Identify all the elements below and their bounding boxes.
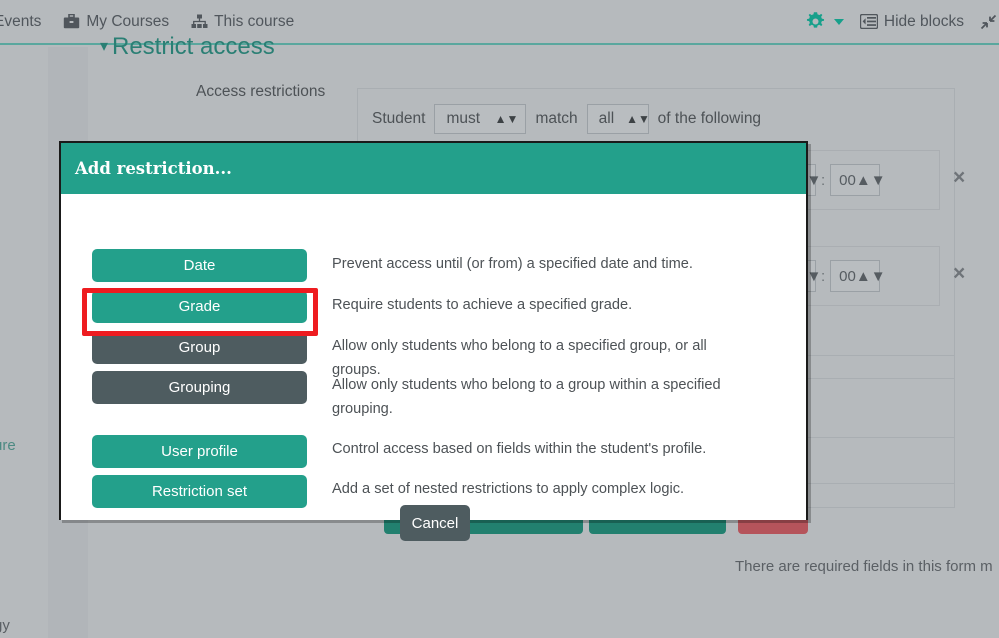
all-select-value: all (598, 110, 615, 127)
section-collapse-icon[interactable]: ▾ (100, 36, 108, 56)
option-label-date: Date (183, 257, 216, 274)
modal-cancel-button[interactable]: Cancel (400, 505, 470, 541)
minute-value-1: 00 (839, 171, 856, 189)
time-colon-1: : (821, 171, 826, 189)
nav-item-settings[interactable] (805, 11, 844, 32)
option-label-grouping: Grouping (168, 379, 231, 396)
restriction-option-user-profile-description: Control access based on fields within th… (332, 441, 707, 457)
sentence-tail-word: of the following (657, 110, 762, 127)
access-restrictions-label: Access restrictions (196, 83, 326, 100)
modal-header: Add restriction... (61, 143, 806, 194)
restriction-option-restriction-set-button[interactable]: Restriction set (92, 475, 307, 508)
page-title: Restrict access (112, 33, 275, 60)
gear-icon (805, 11, 826, 32)
nav-item-hide-blocks[interactable]: Hide blocks (859, 12, 964, 31)
select-arrows-icon: ▲▼ (626, 112, 650, 126)
navbar-right-group: Hide blocks (806, 11, 999, 32)
time-colon-2: : (821, 267, 826, 285)
restriction-option-date-button[interactable]: Date (92, 249, 307, 282)
hide-blocks-icon (859, 13, 879, 30)
remove-restriction-2-button[interactable]: × (953, 263, 965, 284)
edge-link-1[interactable]: ure (0, 437, 16, 454)
sentence-student-word: Student (372, 110, 426, 127)
minute-select-2[interactable]: 00 ▲▼ (830, 260, 886, 292)
restriction-option-date-description: Prevent access until (or from) a specifi… (332, 256, 693, 272)
minute-value-2: 00 (839, 267, 856, 285)
sitemap-icon (191, 14, 208, 29)
select-arrows-icon: ▲▼ (494, 112, 519, 126)
restriction-option-restriction-set-description: Add a set of nested restrictions to appl… (332, 481, 685, 497)
page-root: Events My Courses (0, 0, 999, 638)
compress-icon (980, 14, 997, 30)
all-select[interactable]: all ▲▼ (586, 104, 650, 134)
required-fields-note: There are required fields in this form m (735, 558, 993, 575)
nav-item-events[interactable]: Events (0, 13, 41, 31)
must-select-value: must (446, 110, 481, 127)
chevron-down-icon (833, 18, 844, 25)
remove-restriction-1-button[interactable]: × (953, 167, 965, 188)
nav-hide-blocks-label: Hide blocks (883, 12, 964, 30)
select-arrows-icon: ▲▼ (855, 267, 886, 285)
add-restriction-modal: Add restriction... Date Prevent access u… (59, 141, 808, 541)
option-label-user-profile: User profile (161, 443, 238, 460)
briefcase-icon (63, 13, 80, 29)
sentence-match-word: match (535, 110, 578, 127)
restriction-option-grade-button[interactable]: Grade (92, 290, 307, 323)
restriction-option-grouping-description: Allow only students who belong to a grou… (332, 377, 721, 417)
option-label-grade: Grade (178, 298, 221, 315)
minute-select-1[interactable]: 00 ▲▼ (830, 164, 886, 196)
select-arrows-icon: ▲▼ (855, 171, 886, 189)
modal-body: Date Prevent access until (or from) a sp… (61, 194, 806, 541)
option-label-group: Group (178, 339, 221, 356)
option-label-restriction-set: Restriction set (151, 483, 248, 500)
restriction-sentence: Student must ▲▼ match all ▲▼ of the foll… (372, 104, 761, 134)
modal-title: Add restriction... (75, 159, 232, 178)
edge-link-2: gy (0, 617, 10, 634)
nav-item-my-courses[interactable]: My Courses (63, 13, 169, 31)
restriction-option-grouping-button[interactable]: Grouping (92, 371, 307, 404)
nav-events-label: Events (0, 12, 42, 30)
nav-item-this-course[interactable]: This course (191, 13, 294, 31)
nav-my-courses-label: My Courses (86, 12, 170, 30)
restriction-option-user-profile-button[interactable]: User profile (92, 435, 307, 468)
nav-this-course-label: This course (214, 12, 295, 30)
nav-item-fullscreen[interactable] (980, 14, 997, 30)
restriction-option-group-button[interactable]: Group (92, 331, 307, 364)
must-select[interactable]: must ▲▼ (434, 104, 527, 134)
restriction-option-grade-description: Require students to achieve a specified … (332, 297, 633, 313)
navbar-left-group: Events My Courses (0, 13, 316, 31)
